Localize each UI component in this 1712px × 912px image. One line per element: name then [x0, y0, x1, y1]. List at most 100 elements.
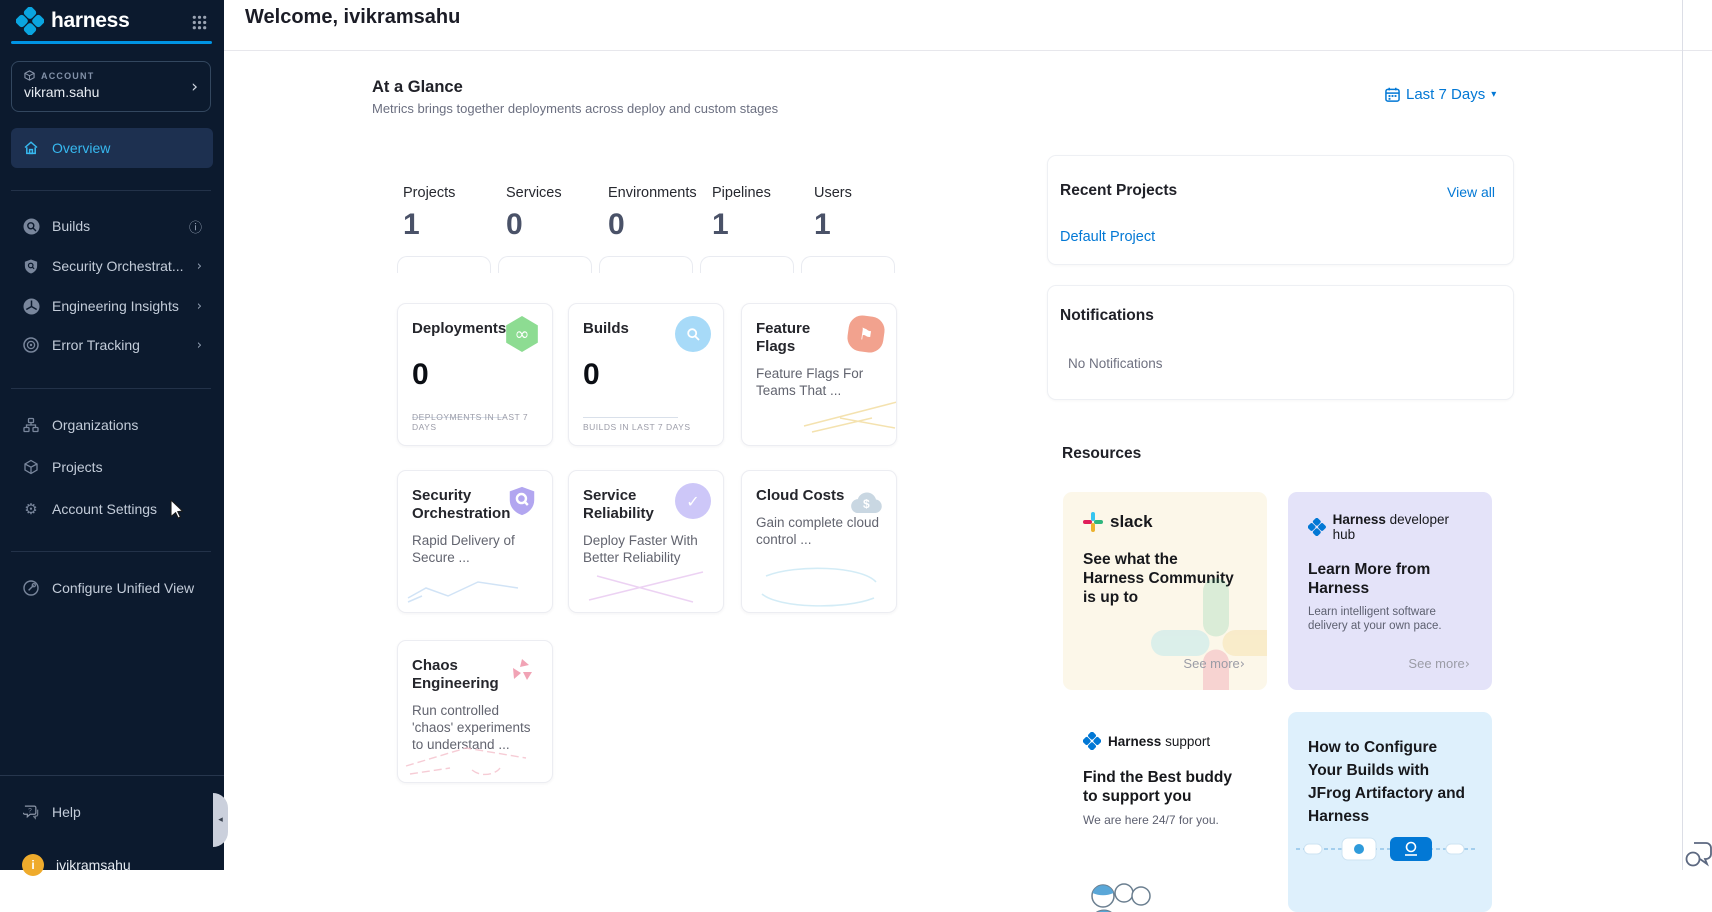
sidebar-item-label: Configure Unified View — [52, 580, 194, 596]
support-resource-card[interactable]: Harness support Find the Best buddy to s… — [1063, 712, 1267, 912]
builds-module-icon — [675, 316, 711, 352]
brand-underline — [11, 41, 212, 44]
sidebar-item-label: Error Tracking — [52, 337, 140, 353]
notifications-card — [1047, 285, 1514, 400]
metric-card-stub — [801, 256, 895, 273]
notifications-empty-text: No Notifications — [1068, 356, 1163, 371]
brand-rest: support — [1165, 734, 1210, 749]
wrench-circle-icon — [22, 580, 40, 596]
sidebar-item-security-orchestration[interactable]: Security Orchestrat... › — [11, 246, 213, 286]
metric-users: Users 1 — [814, 185, 852, 242]
cloud-costs-card[interactable]: Cloud Costs $ Gain complete cloud contro… — [741, 470, 897, 613]
harness-logo[interactable]: harness — [16, 7, 129, 35]
sidebar-item-configure-unified-view[interactable]: Configure Unified View — [11, 568, 213, 608]
harness-logo-icon — [16, 7, 44, 35]
avatar: i — [22, 854, 44, 876]
sidebar-item-label: Account Settings — [52, 501, 157, 517]
jfrog-resource-card[interactable]: How to Configure Your Builds with JFrog … — [1288, 712, 1492, 912]
sidebar-item-organizations[interactable]: Organizations — [11, 405, 213, 445]
metric-card-stub — [498, 256, 592, 273]
sidebar-item-label: Overview — [52, 140, 110, 156]
divider — [583, 417, 678, 418]
account-chevron-icon: › — [191, 77, 198, 97]
chevron-right-icon: › — [197, 338, 202, 353]
account-name: vikram.sahu — [24, 84, 198, 100]
calendar-icon — [1385, 87, 1400, 102]
see-more-link[interactable]: See more› — [1408, 656, 1470, 672]
module-grid-icon[interactable] — [191, 14, 208, 36]
error-tracking-icon — [22, 337, 40, 353]
sidebar-item-label: Projects — [52, 459, 103, 475]
support-headline: Find the Best buddy to support you — [1083, 768, 1243, 806]
feature-flags-card[interactable]: Feature Flags ⚑ Feature Flags For Teams … — [741, 303, 897, 446]
chaos-engineering-card[interactable]: Chaos Engineering Run controlled 'chaos'… — [397, 640, 553, 783]
pipeline-illustration — [1296, 830, 1476, 868]
support-subtext: We are here 24/7 for you. — [1083, 813, 1247, 827]
sidebar-item-builds[interactable]: Builds ⓘ — [11, 206, 213, 246]
metric-pipelines: Pipelines 1 — [712, 185, 771, 242]
chevron-right-icon: › — [197, 259, 202, 274]
recent-projects-card — [1047, 155, 1514, 265]
brand-bold: Harness — [1333, 512, 1386, 527]
metric-card-stub — [599, 256, 693, 273]
recent-projects-title: Recent Projects — [1060, 182, 1177, 200]
sidebar-item-user-profile[interactable]: i ivikramsahu — [11, 845, 213, 885]
page-title: Welcome, ivikramsahu — [245, 6, 460, 29]
brand-bold: Harness — [1108, 734, 1161, 749]
metric-services: Services 0 — [506, 185, 562, 242]
security-orchestration-card[interactable]: Security Orchestration Rapid Delivery of… — [397, 470, 553, 613]
account-label: ACCOUNT — [41, 71, 94, 81]
sidebar-item-label: Builds — [52, 218, 90, 234]
devhub-subtext: Learn intelligent software delivery at y… — [1308, 605, 1472, 633]
recent-project-link[interactable]: Default Project — [1060, 229, 1155, 245]
chat-widget-icon[interactable] — [1684, 840, 1712, 868]
see-more-link[interactable]: See more› — [1183, 656, 1245, 672]
deployments-card[interactable]: Deployments ∞ 0 DEPLOYMENTS IN LAST 7 DA… — [397, 303, 553, 446]
sidebar-collapse-handle[interactable]: ◂ — [213, 793, 228, 847]
support-people-illustration — [1083, 880, 1163, 912]
shield-icon — [22, 258, 40, 275]
security-orchestration-icon — [504, 483, 540, 519]
mouse-cursor — [170, 500, 187, 519]
view-all-link[interactable]: View all — [1447, 184, 1495, 200]
help-chat-icon: ? — [22, 804, 40, 820]
cloud-costs-icon: $ — [848, 483, 884, 519]
harness-logo-icon — [1308, 518, 1326, 536]
sidebar-item-engineering-insights[interactable]: Engineering Insights › — [11, 286, 213, 326]
svg-text:?: ? — [28, 808, 32, 815]
harness-logo-icon — [1083, 732, 1101, 750]
divider — [11, 388, 211, 389]
notifications-title: Notifications — [1060, 307, 1154, 325]
sidebar-item-label: Help — [52, 804, 81, 820]
content-right-divider — [1682, 0, 1683, 870]
at-a-glance-subtitle: Metrics brings together deployments acro… — [372, 101, 778, 116]
org-chart-icon — [22, 417, 40, 433]
sidebar-item-overview[interactable]: Overview — [11, 128, 213, 168]
see-more-arrow-icon: › — [1465, 657, 1470, 672]
metric-projects: Projects 1 — [403, 185, 455, 242]
slack-resource-card[interactable]: slack See what the Harness Community is … — [1063, 492, 1267, 690]
at-a-glance-title: At a Glance — [372, 78, 463, 97]
caret-down-icon: ▾ — [1491, 89, 1496, 100]
decor-squiggle — [756, 564, 884, 608]
account-selector[interactable]: ACCOUNT vikram.sahu › — [11, 61, 211, 112]
insights-icon — [22, 298, 40, 315]
info-icon[interactable]: ⓘ — [189, 217, 202, 236]
developer-hub-resource-card[interactable]: Harness developer hub Learn More from Ha… — [1288, 492, 1492, 690]
sidebar-item-error-tracking[interactable]: Error Tracking › — [11, 325, 213, 365]
see-more-arrow-icon: › — [1240, 657, 1245, 672]
deployments-icon: ∞ — [504, 316, 540, 352]
divider — [0, 775, 224, 776]
feature-flags-icon: ⚑ — [846, 314, 887, 355]
date-range-selector[interactable]: Last 7 Days ▾ — [1385, 86, 1496, 103]
sidebar-item-help[interactable]: ? Help — [11, 792, 213, 832]
service-reliability-card[interactable]: Service Reliability ✓ Deploy Faster With… — [568, 470, 724, 613]
builds-card[interactable]: Builds 0 BUILDS IN LAST 7 DAYS — [568, 303, 724, 446]
sidebar-item-projects[interactable]: Projects — [11, 447, 213, 487]
decor-squiggle — [587, 566, 707, 606]
home-icon — [22, 140, 40, 156]
metric-environments: Environments 0 — [608, 185, 697, 242]
svg-text:$: $ — [863, 497, 870, 511]
chevron-right-icon: › — [197, 299, 202, 314]
resources-title: Resources — [1062, 445, 1141, 463]
